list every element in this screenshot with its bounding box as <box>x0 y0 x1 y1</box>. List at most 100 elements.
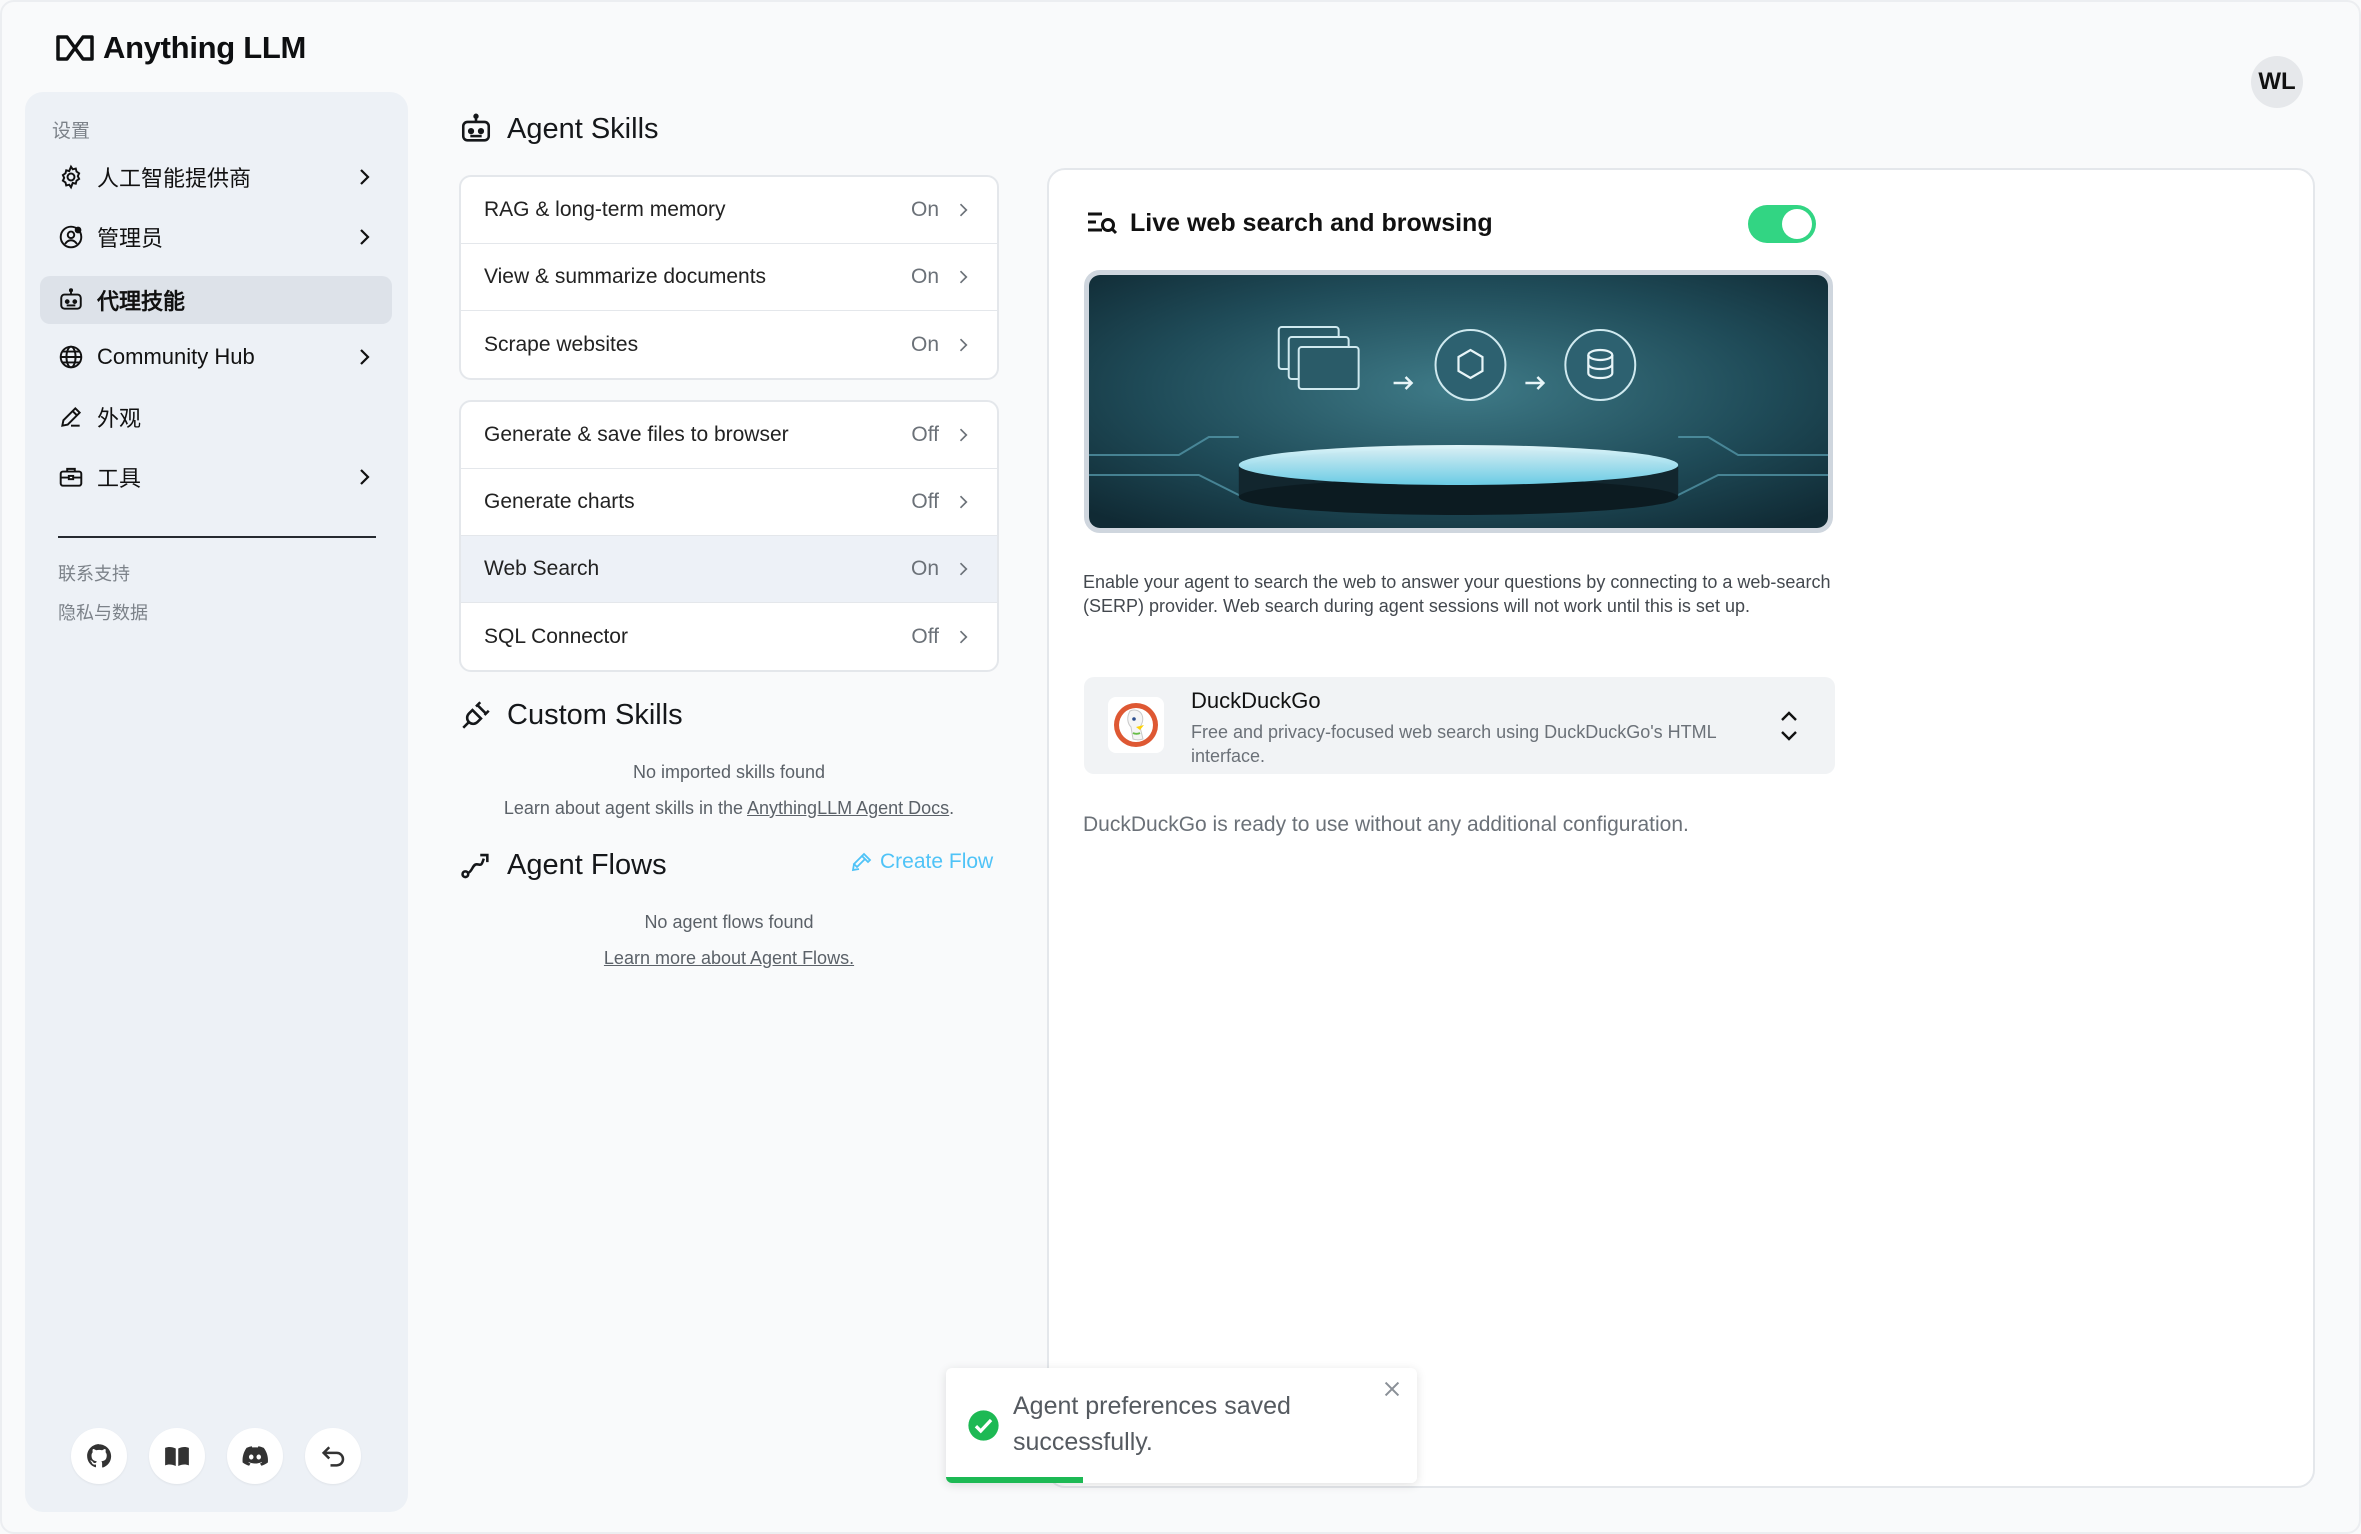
custom-skills-empty: No imported skills found <box>632 762 826 782</box>
agent-skills-heading: Agent Skills <box>459 112 659 146</box>
skill-state: Off <box>911 423 939 446</box>
app-name: Anything LLM <box>103 30 307 65</box>
logo-mark-icon <box>56 35 94 61</box>
provider-name: DuckDuckGo <box>1191 688 1321 713</box>
custom-skills-learn: Learn about agent skills in the Anything… <box>459 798 999 819</box>
toolbox-icon <box>57 463 85 491</box>
agent-flows-link[interactable]: Learn more about Agent Flows. <box>604 948 854 968</box>
skill-state: Off <box>911 490 939 513</box>
privacy-data-link[interactable]: 隐私与数据 <box>58 599 148 625</box>
chevron-right-icon <box>959 428 968 442</box>
robot-icon <box>57 286 85 314</box>
toast-progress-bar <box>946 1477 1083 1483</box>
sidebar-item-admin[interactable]: 管理员 <box>40 213 392 261</box>
skill-row-rag-memory[interactable]: RAG & long-term memory On <box>461 177 997 244</box>
chevron-right-icon <box>360 469 370 485</box>
create-flow-label: Create Flow <box>880 850 994 873</box>
create-flow-button[interactable]: Create Flow <box>850 850 993 874</box>
skill-label: Generate charts <box>484 490 635 513</box>
skill-description: Enable your agent to search the web to a… <box>1083 572 1831 616</box>
sidebar-item-label: 工具 <box>97 466 142 491</box>
flow-icon <box>461 853 489 879</box>
globe-icon <box>57 343 85 371</box>
search-provider-select[interactable]: DuckDuckGo Free and privacy-focused web … <box>1084 677 1835 774</box>
sidebar-item-tools[interactable]: 工具 <box>40 453 392 501</box>
sidebar-item-agent-skills[interactable]: 代理技能 <box>40 276 392 324</box>
pencil-icon <box>57 403 85 431</box>
skill-row-summarize-docs[interactable]: View & summarize documents On <box>461 244 997 311</box>
discord-icon <box>242 1446 268 1466</box>
back-button[interactable] <box>305 1428 361 1484</box>
github-icon <box>87 1444 112 1468</box>
web-search-illustration <box>1084 270 1833 533</box>
chevron-right-icon <box>360 349 370 365</box>
user-avatar[interactable]: WL <box>2251 56 2303 108</box>
github-button[interactable] <box>71 1428 127 1484</box>
web-search-icon <box>1088 212 1118 235</box>
skill-label: SQL Connector <box>484 624 628 648</box>
custom-skills-title: Custom Skills <box>507 698 683 731</box>
skill-row-save-files[interactable]: Generate & save files to browser Off <box>461 402 997 469</box>
learn-prefix: Learn about agent skills in the <box>503 798 748 818</box>
chevron-right-icon <box>360 229 370 245</box>
skill-state: On <box>910 265 939 288</box>
skills-group-configurable: Generate & save files to browser Off Gen… <box>459 400 999 672</box>
agent-flows-empty: No agent flows found <box>644 912 814 932</box>
skill-state: On <box>910 557 939 580</box>
toast-message: Agent preferences saved successfully. <box>1013 1392 1291 1456</box>
success-toast: Agent preferences saved successfully. <box>946 1368 1417 1483</box>
skill-label: Generate & save files to browser <box>484 423 789 446</box>
chevron-up-down-icon <box>1781 711 1797 741</box>
check-circle-icon <box>968 1410 999 1441</box>
agent-flows-learn: Learn more about Agent Flows. <box>459 948 999 969</box>
plug-icon <box>462 701 490 729</box>
sidebar-item-ai-providers[interactable]: 人工智能提供商 <box>40 153 392 201</box>
learn-suffix: . <box>949 798 955 818</box>
chevron-right-icon <box>959 630 968 643</box>
skill-label: Web Search <box>484 557 600 580</box>
chevron-right-icon <box>360 169 370 185</box>
sidebar-item-label: 代理技能 <box>97 289 186 314</box>
skill-state: Off <box>911 624 939 648</box>
agent-flows-heading: Agent Flows <box>459 848 667 882</box>
skill-row-sql-connector[interactable]: SQL Connector Off <box>461 603 997 670</box>
skill-state: On <box>910 332 939 356</box>
duckduckgo-logo-icon <box>1108 697 1164 753</box>
skills-group-default: RAG & long-term memory On View & summari… <box>459 175 999 380</box>
page-title: Agent Skills <box>507 112 659 145</box>
agent-docs-link[interactable]: AnythingLLM Agent Docs <box>747 798 949 818</box>
chevron-right-icon <box>959 270 968 284</box>
skill-row-web-search[interactable]: Web Search On <box>461 536 997 603</box>
book-icon <box>165 1447 189 1466</box>
skill-state: On <box>910 198 939 221</box>
provider-ready-text: DuckDuckGo is ready to use without any a… <box>1083 813 1689 836</box>
skill-row-generate-charts[interactable]: Generate charts Off <box>461 469 997 536</box>
app-logo[interactable]: Anything LLM <box>55 28 306 68</box>
contact-support-link[interactable]: 联系支持 <box>58 560 130 586</box>
skill-row-scrape-websites[interactable]: Scrape websites On <box>461 311 997 378</box>
toggle-knob <box>1782 209 1812 239</box>
sidebar-heading: 设置 <box>52 121 91 142</box>
sidebar-divider <box>58 536 376 538</box>
sidebar-item-label: 管理员 <box>97 226 164 251</box>
skill-label: Scrape websites <box>484 332 639 356</box>
robot-icon <box>461 113 491 142</box>
skill-detail-heading: Live web search and browsing <box>1086 208 1493 238</box>
provider-description: Free and privacy-focused web search usin… <box>1191 722 1716 766</box>
web-search-toggle[interactable] <box>1748 205 1816 243</box>
sidebar-item-label: 外观 <box>97 406 142 431</box>
gear-icon <box>57 163 85 191</box>
custom-skills-heading: Custom Skills <box>459 698 683 732</box>
discord-button[interactable] <box>227 1428 283 1484</box>
user-gear-icon <box>57 223 85 251</box>
docs-button[interactable] <box>149 1428 205 1484</box>
sidebar-item-label: Community Hub <box>97 344 255 369</box>
sidebar-item-appearance[interactable]: 外观 <box>40 393 392 441</box>
agent-flows-title: Agent Flows <box>507 848 667 881</box>
skill-label: RAG & long-term memory <box>484 198 726 221</box>
chevron-right-icon <box>959 203 968 217</box>
close-icon[interactable] <box>1381 1378 1403 1400</box>
sidebar-item-community-hub[interactable]: Community Hub <box>40 333 392 381</box>
hammer-icon <box>851 852 872 872</box>
sidebar-item-label: 人工智能提供商 <box>97 166 252 191</box>
